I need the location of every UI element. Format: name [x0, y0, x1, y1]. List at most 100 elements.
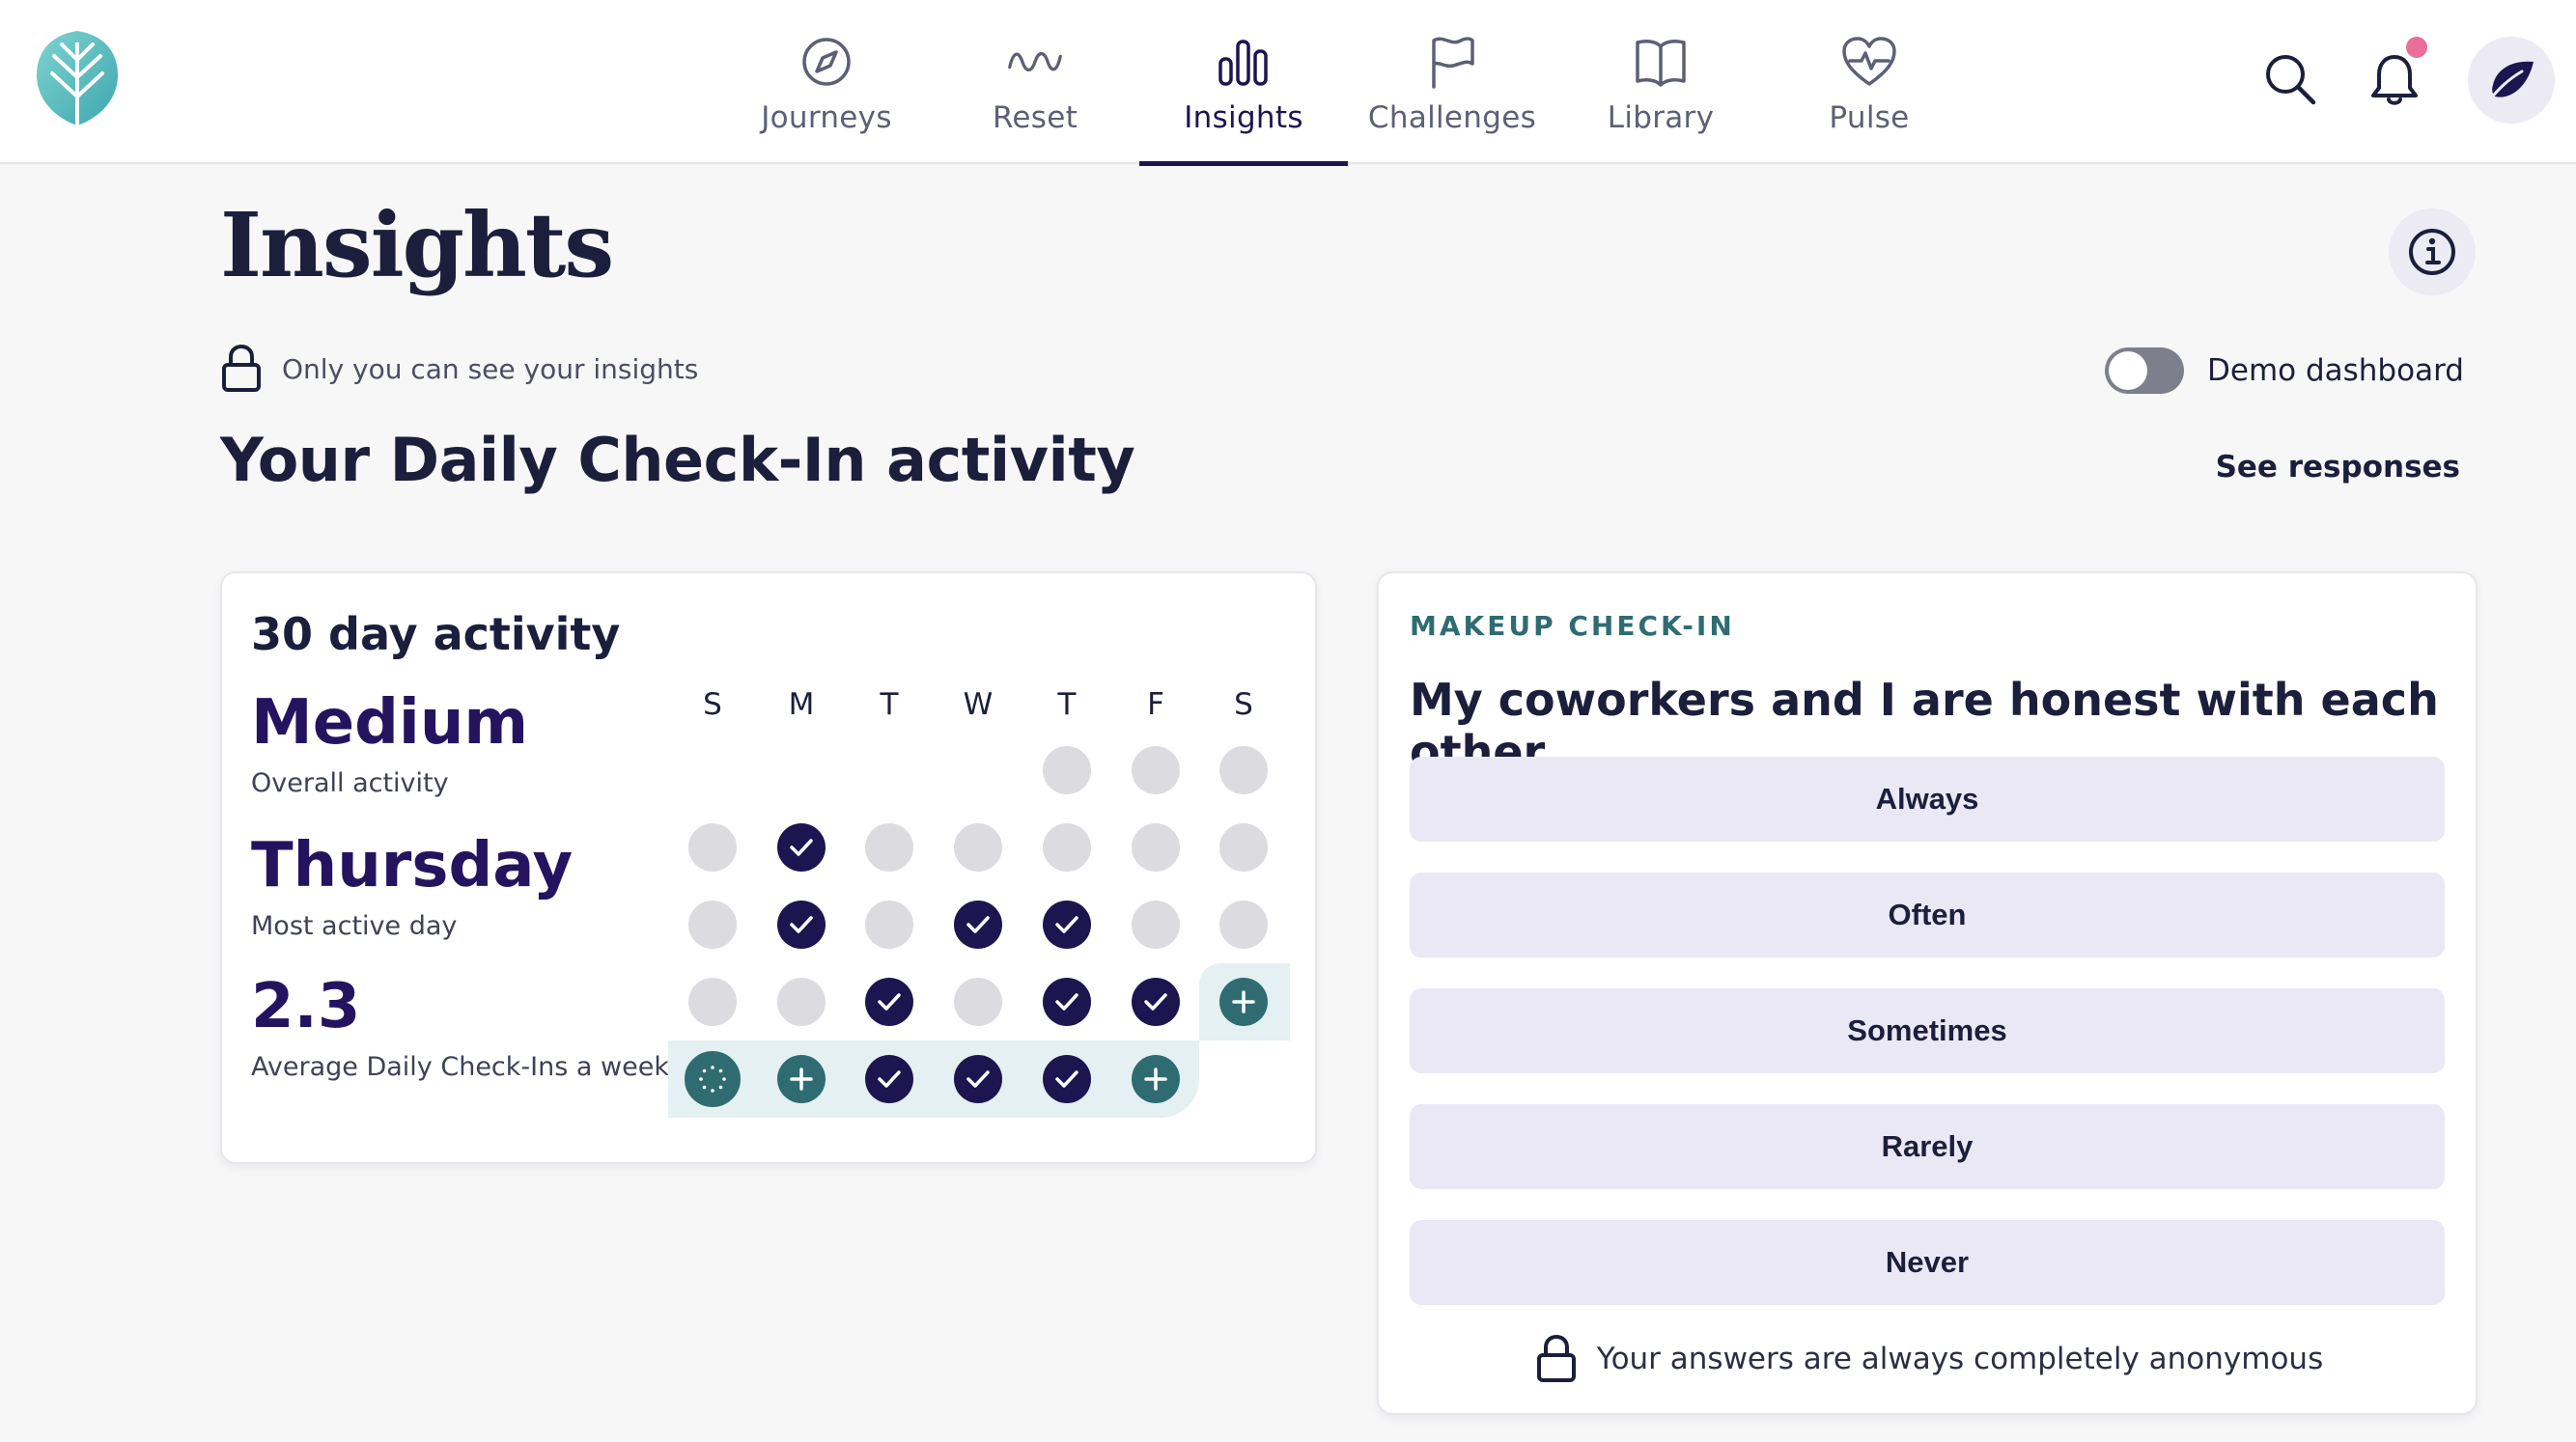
makeup-checkin-card: MAKEUP CHECK-IN My coworkers and I are h… — [1377, 571, 2478, 1415]
nav-item-journeys[interactable]: Journeys — [722, 0, 931, 164]
check-icon — [966, 1070, 990, 1088]
privacy-note-text: Only you can see your insights — [282, 352, 699, 385]
day-header-fri: F — [1147, 687, 1164, 722]
check-icon — [1055, 916, 1078, 933]
app-logo-icon[interactable] — [33, 29, 122, 127]
checkin-day-empty — [1043, 823, 1091, 872]
answer-sometimes-button[interactable]: Sometimes — [1410, 988, 2445, 1073]
nav-item-challenges[interactable]: Challenges — [1348, 0, 1556, 164]
notification-dot — [2406, 37, 2427, 58]
privacy-note: Only you can see your insights — [220, 344, 698, 394]
current-week-highlight-row — [668, 1040, 1199, 1118]
checkin-eyebrow: MAKEUP CHECK-IN — [1410, 610, 1735, 642]
compass-icon — [798, 33, 855, 91]
page-title: Insights — [220, 193, 614, 297]
day-header-mon: M — [788, 687, 815, 722]
loading-icon — [699, 1066, 726, 1093]
demo-dashboard-label: Demo dashboard — [2207, 353, 2464, 388]
nav-item-insights[interactable]: Insights — [1139, 0, 1348, 166]
flag-icon — [1423, 33, 1481, 91]
checkin-day-empty — [777, 978, 826, 1026]
search-icon[interactable] — [2261, 50, 2319, 108]
leaf-icon — [2487, 61, 2534, 102]
weekly-average-label: Average Daily Check-Ins a week — [251, 1052, 669, 1082]
anonymous-note-text: Your answers are always completely anony… — [1596, 1342, 2324, 1376]
demo-dashboard-control: Demo dashboard — [2105, 347, 2464, 394]
nav-label: Pulse — [1829, 100, 1910, 135]
nav-label: Reset — [992, 100, 1078, 135]
checkin-day-empty — [865, 823, 913, 872]
day-header-sun: S — [703, 687, 722, 722]
day-header-tue: T — [880, 687, 899, 722]
toggle-knob — [2109, 351, 2147, 390]
nav-item-pulse[interactable]: Pulse — [1765, 0, 1974, 164]
bar-chart-icon — [1215, 33, 1273, 91]
plus-icon — [1144, 1068, 1167, 1091]
avatar[interactable] — [2468, 37, 2555, 124]
demo-dashboard-toggle[interactable] — [2105, 347, 2184, 394]
book-icon — [1632, 33, 1690, 91]
check-icon — [966, 916, 990, 933]
check-icon — [1055, 993, 1078, 1011]
section-title: Your Daily Check-In activity — [220, 425, 1135, 495]
checkin-day-empty — [1132, 746, 1180, 794]
nav-item-reset[interactable]: Reset — [931, 0, 1139, 164]
checkin-day-done — [865, 1055, 913, 1103]
check-icon — [878, 1070, 901, 1088]
checkin-day-add[interactable] — [1132, 1055, 1180, 1103]
checkin-day-empty — [865, 901, 913, 949]
check-icon — [790, 839, 813, 856]
plus-icon — [1232, 990, 1255, 1013]
see-responses-link[interactable]: See responses — [2216, 450, 2460, 485]
weekly-average-value: 2.3 — [251, 971, 361, 1042]
checkin-day-done — [777, 901, 826, 949]
check-icon — [878, 993, 901, 1011]
check-icon — [1144, 993, 1167, 1011]
checkin-day-done — [954, 901, 1002, 949]
info-icon — [2409, 229, 2455, 275]
overall-activity-label: Overall activity — [251, 768, 449, 798]
nav-label: Insights — [1184, 100, 1303, 135]
checkin-day-done — [1043, 978, 1091, 1026]
checkin-day-empty — [1043, 746, 1091, 794]
top-navigation-bar: Journeys Reset Insights Challenges Libra… — [0, 0, 2576, 166]
check-icon — [790, 916, 813, 933]
lock-icon — [1536, 1334, 1576, 1382]
answer-rarely-button[interactable]: Rarely — [1410, 1104, 2445, 1189]
anonymous-note: Your answers are always completely anony… — [1379, 1334, 2479, 1384]
checkin-day-done — [1132, 978, 1180, 1026]
checkin-day-empty — [1219, 746, 1268, 794]
checkin-day-add[interactable] — [777, 1055, 826, 1103]
checkin-day-add[interactable] — [1219, 978, 1268, 1026]
day-header-thu: T — [1057, 687, 1077, 722]
bell-icon[interactable] — [2366, 50, 2423, 108]
overall-activity-value: Medium — [251, 687, 529, 759]
nav-item-library[interactable]: Library — [1556, 0, 1765, 164]
nav-label: Library — [1607, 100, 1715, 135]
checkin-day-empty — [954, 978, 1002, 1026]
checkin-day-done — [865, 978, 913, 1026]
check-icon — [1055, 1070, 1078, 1088]
activity-card-title: 30 day activity — [251, 608, 621, 660]
answer-always-button[interactable]: Always — [1410, 757, 2445, 842]
most-active-day-value: Thursday — [251, 830, 574, 901]
day-header-wed: W — [963, 687, 994, 722]
checkin-day-done — [954, 1055, 1002, 1103]
checkin-day-today[interactable] — [685, 1051, 741, 1107]
answer-often-button[interactable]: Often — [1410, 873, 2445, 957]
checkin-day-done — [1043, 1055, 1091, 1103]
wave-icon — [1006, 33, 1064, 91]
heart-pulse-icon — [1840, 33, 1898, 91]
nav-label: Journeys — [761, 100, 892, 135]
checkin-day-empty — [1132, 823, 1180, 872]
checkin-day-empty — [954, 823, 1002, 872]
day-header-sat: S — [1234, 687, 1253, 722]
activity-card: 30 day activity Medium Overall activity … — [220, 571, 1317, 1164]
answer-never-button[interactable]: Never — [1410, 1220, 2445, 1305]
checkin-day-empty — [688, 978, 737, 1026]
info-button[interactable] — [2389, 208, 2476, 295]
lock-icon — [222, 344, 261, 392]
most-active-day-label: Most active day — [251, 911, 458, 941]
checkin-day-empty — [1219, 823, 1268, 872]
nav-label: Challenges — [1367, 100, 1537, 135]
